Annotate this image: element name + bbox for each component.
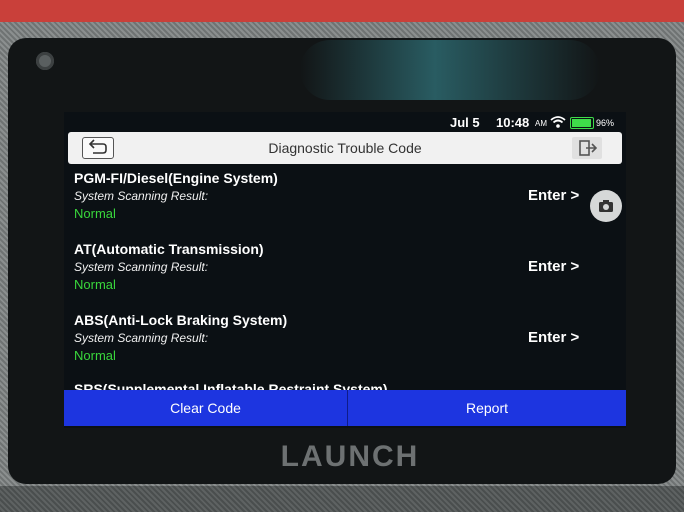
system-status: Normal	[74, 348, 116, 363]
exit-button[interactable]	[572, 137, 602, 159]
enter-button[interactable]: Enter >	[528, 187, 579, 204]
camera-icon	[599, 200, 613, 212]
screw	[36, 52, 54, 70]
brand-logo: LAUNCH	[280, 440, 420, 473]
system-item[interactable]: PGM-FI/Diesel(Engine System) System Scan…	[74, 170, 614, 238]
system-scan-label: System Scanning Result:	[74, 331, 209, 345]
system-scan-label: System Scanning Result:	[74, 260, 209, 274]
status-bar: Jul 5 10:48 AM 96%	[64, 112, 626, 132]
wifi-icon	[550, 116, 566, 128]
device-casing-top	[0, 0, 684, 22]
enter-button[interactable]: Enter >	[528, 329, 579, 346]
system-status: Normal	[74, 277, 116, 292]
bottom-action-bar: Clear Code Report	[64, 390, 626, 426]
status-date: Jul 5	[450, 115, 480, 130]
system-name: AT(Automatic Transmission)	[74, 241, 264, 257]
battery-level: 96%	[596, 118, 615, 128]
system-name: PGM-FI/Diesel(Engine System)	[74, 170, 278, 186]
screen: Jul 5 10:48 AM 96% Diagnostic Trouble Co…	[64, 112, 626, 428]
system-scan-label: System Scanning Result:	[74, 189, 209, 203]
device-frame-bottom	[0, 486, 684, 512]
status-time: 10:48	[496, 115, 530, 130]
system-name: ABS(Anti-Lock Braking System)	[74, 312, 288, 328]
report-button[interactable]: Report	[348, 390, 626, 426]
exit-icon	[579, 140, 598, 156]
camera-button[interactable]	[590, 190, 622, 222]
battery-icon	[570, 117, 594, 129]
page-title: Diagnostic Trouble Code	[268, 140, 422, 156]
clear-code-button[interactable]: Clear Code	[64, 390, 348, 426]
system-item[interactable]: ABS(Anti-Lock Braking System) System Sca…	[74, 312, 614, 380]
screen-glare	[300, 40, 600, 100]
status-ampm: AM	[535, 119, 547, 128]
system-status: Normal	[74, 206, 116, 221]
title-bar: Diagnostic Trouble Code	[68, 132, 622, 164]
enter-button[interactable]: Enter >	[528, 258, 579, 275]
system-item[interactable]: AT(Automatic Transmission) System Scanni…	[74, 241, 614, 309]
